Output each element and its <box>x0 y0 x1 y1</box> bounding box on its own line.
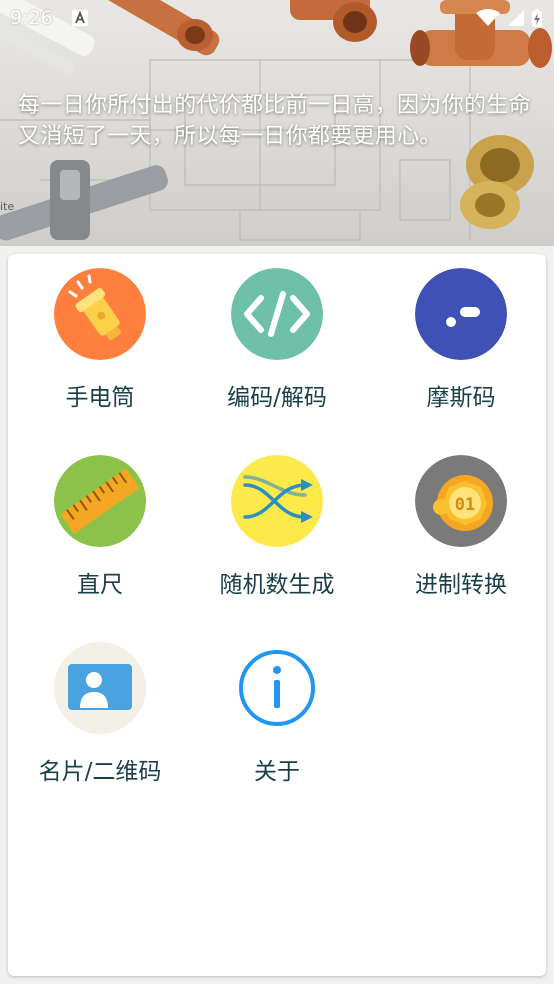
tool-label: 编码/解码 <box>227 385 327 411</box>
morse-dot-dash-icon <box>415 268 507 360</box>
tool-about[interactable]: 关于 <box>193 628 361 798</box>
tool-label: 名片/二维码 <box>38 759 162 785</box>
svg-text:01: 01 <box>455 495 475 515</box>
tool-encode-decode[interactable]: 编码/解码 <box>193 254 361 424</box>
business-card-icon <box>54 642 146 734</box>
status-time: 9:26 <box>10 7 53 29</box>
tool-base-conversion[interactable]: 01 进制转换 <box>377 441 545 611</box>
header-banner: ite 9:26 每一日你所付出的代价都比前一日高，因为你的生命又消短了一天，所… <box>0 0 554 246</box>
tool-random-number[interactable]: 随机数生成 <box>193 441 361 611</box>
tools-grid-card: 手电筒 编码/解码 摩斯码 直尺 随机数生成 01 进制转换 名片/二维码 关于 <box>8 254 546 976</box>
tool-ruler[interactable]: 直尺 <box>16 441 184 611</box>
shuffle-icon <box>231 455 323 547</box>
letter-a-notification-icon <box>72 10 88 26</box>
daily-quote: 每一日你所付出的代价都比前一日高，因为你的生命又消短了一天，所以每一日你都要更用… <box>18 93 531 149</box>
tool-label: 手电筒 <box>65 385 135 411</box>
tool-label: 进制转换 <box>415 572 507 598</box>
cell-signal-icon <box>508 10 524 26</box>
tool-label: 关于 <box>254 759 300 785</box>
wifi-icon <box>476 9 500 26</box>
status-right-icons <box>476 9 542 27</box>
tool-label: 直尺 <box>77 572 123 598</box>
battery-charging-icon <box>532 9 542 27</box>
info-icon <box>231 642 323 734</box>
tool-label: 摩斯码 <box>426 385 496 411</box>
ruler-icon <box>54 455 146 547</box>
tool-flashlight[interactable]: 手电筒 <box>16 254 184 424</box>
code-brackets-icon <box>231 268 323 360</box>
status-bar: 9:26 <box>0 0 554 36</box>
flashlight-icon <box>54 268 146 360</box>
svg-text:ite: ite <box>0 200 14 213</box>
tool-morse-code[interactable]: 摩斯码 <box>377 254 545 424</box>
binary-coin-icon: 01 <box>415 455 507 547</box>
tool-label: 随机数生成 <box>219 572 335 598</box>
tool-business-card[interactable]: 名片/二维码 <box>16 628 184 798</box>
